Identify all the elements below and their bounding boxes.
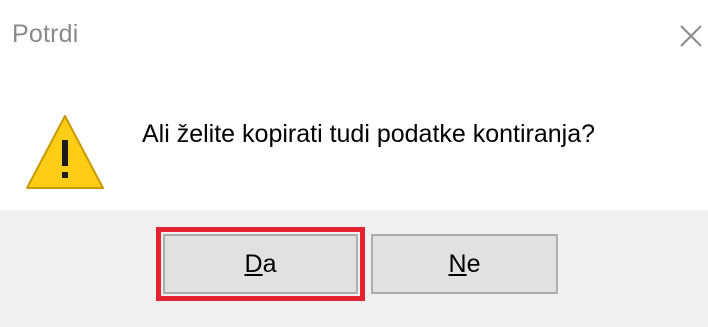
no-mnemonic: N [448, 249, 467, 278]
button-bar: Da Ne [0, 210, 708, 327]
yes-label-rest: a [262, 249, 277, 278]
title-bar: Potrdi [0, 0, 708, 74]
warning-icon [26, 115, 104, 189]
confirm-dialog: Potrdi Ali želite kopirati tudi podatke … [0, 0, 708, 327]
no-label-rest: e [466, 249, 481, 278]
no-button-label: Ne [449, 250, 481, 279]
dialog-message: Ali želite kopirati tudi podatke kontira… [142, 120, 596, 148]
close-button[interactable] [672, 14, 706, 52]
yes-mnemonic: D [244, 249, 263, 278]
close-icon [680, 25, 702, 47]
dialog-body: Ali želite kopirati tudi podatke kontira… [0, 74, 708, 210]
yes-button[interactable]: Da [163, 234, 358, 294]
dialog-title: Potrdi [12, 20, 79, 48]
yes-button-label: Da [245, 250, 277, 279]
no-button[interactable]: Ne [371, 234, 558, 294]
